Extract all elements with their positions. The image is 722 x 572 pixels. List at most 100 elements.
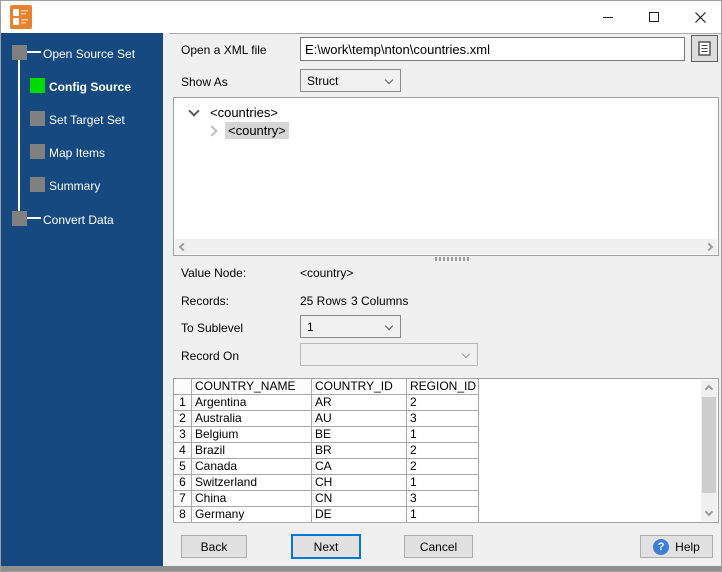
window-bottom-border xyxy=(1,566,721,571)
scroll-up-icon[interactable] xyxy=(704,384,714,394)
minimize-button[interactable] xyxy=(585,1,631,33)
cell-country-id[interactable]: AR xyxy=(312,395,407,411)
cell-region-id[interactable]: 1 xyxy=(407,427,479,443)
scroll-down-icon[interactable] xyxy=(704,507,714,517)
scrollbar-thumb[interactable] xyxy=(702,397,716,493)
table-row[interactable]: 7 China CN 3 xyxy=(174,491,479,507)
value-node-value: <country> xyxy=(300,266,354,280)
cell-country-name[interactable]: Brazil xyxy=(192,443,312,459)
maximize-button[interactable] xyxy=(631,1,677,33)
grid-corner-cell xyxy=(174,379,192,395)
row-number: 8 xyxy=(174,507,192,523)
table-row[interactable]: 1 Argentina AR 2 xyxy=(174,395,479,411)
step-stub-bottom xyxy=(27,217,41,219)
close-icon xyxy=(694,11,706,23)
cell-region-id[interactable]: 3 xyxy=(407,491,479,507)
app-icon xyxy=(10,5,32,29)
cell-country-id[interactable]: BR xyxy=(312,443,407,459)
sidebar-item-config-source[interactable]: Config Source xyxy=(49,80,131,94)
cell-country-name[interactable]: Switzerland xyxy=(192,475,312,491)
minimize-icon xyxy=(603,16,613,18)
row-number: 1 xyxy=(174,395,192,411)
cell-country-id[interactable]: CN xyxy=(312,491,407,507)
table-row[interactable]: 5 Canada CA 2 xyxy=(174,459,479,475)
xml-file-input[interactable] xyxy=(300,37,685,61)
wizard-window: Open Source Set Config Source Set Target… xyxy=(0,0,722,572)
preview-data-grid: COUNTRY_NAME COUNTRY_ID REGION_ID 1 Arge… xyxy=(173,378,719,523)
caption-buttons xyxy=(585,1,721,33)
tree-horizontal-scrollbar[interactable] xyxy=(175,239,717,254)
show-as-label: Show As xyxy=(181,75,228,89)
to-sublevel-label: To Sublevel xyxy=(181,321,244,335)
sidebar-item-summary[interactable]: Summary xyxy=(49,179,100,193)
cell-country-name[interactable]: Canada xyxy=(192,459,312,475)
table-row[interactable]: 6 Switzerland CH 1 xyxy=(174,475,479,491)
help-icon: ? xyxy=(653,538,670,555)
step-connector-line xyxy=(18,60,20,212)
panel-top-border xyxy=(169,33,721,34)
row-number: 7 xyxy=(174,491,192,507)
table-row[interactable]: 2 Australia AU 3 xyxy=(174,411,479,427)
back-button[interactable]: Back xyxy=(181,535,247,558)
record-on-label: Record On xyxy=(181,349,240,363)
sidebar-item-map-items[interactable]: Map Items xyxy=(49,146,105,160)
scroll-left-icon[interactable] xyxy=(178,242,188,251)
browse-document-icon xyxy=(698,41,711,56)
cell-country-id[interactable]: AU xyxy=(312,411,407,427)
next-button[interactable]: Next xyxy=(291,534,361,559)
step-box-open-source-set[interactable] xyxy=(12,45,27,60)
step-box-config-source[interactable] xyxy=(30,78,45,93)
value-node-label: Value Node: xyxy=(181,266,247,280)
sidebar-item-set-target-set[interactable]: Set Target Set xyxy=(49,113,125,127)
splitter-handle[interactable] xyxy=(435,257,471,261)
cell-country-name[interactable]: Argentina xyxy=(192,395,312,411)
cell-region-id[interactable]: 2 xyxy=(407,459,479,475)
titlebar xyxy=(1,1,721,33)
cell-region-id[interactable]: 2 xyxy=(407,443,479,459)
column-header-country-name[interactable]: COUNTRY_NAME xyxy=(192,379,312,395)
sidebar-item-convert-data[interactable]: Convert Data xyxy=(43,213,114,227)
grid-vertical-scrollbar[interactable] xyxy=(701,380,717,521)
record-on-select[interactable] xyxy=(300,343,478,366)
help-button[interactable]: ? Help xyxy=(640,535,713,558)
cell-region-id[interactable]: 1 xyxy=(407,507,479,523)
cell-region-id[interactable]: 3 xyxy=(407,411,479,427)
scroll-right-icon[interactable] xyxy=(704,242,714,251)
step-box-map-items[interactable] xyxy=(30,144,45,159)
close-button[interactable] xyxy=(677,1,721,33)
cell-country-name[interactable]: China xyxy=(192,491,312,507)
tree-collapsed-icon[interactable] xyxy=(206,124,218,137)
cell-country-id[interactable]: CA xyxy=(312,459,407,475)
show-as-select[interactable]: Struct xyxy=(300,69,401,92)
tree-node-country[interactable]: <country> xyxy=(225,122,289,139)
cell-country-name[interactable]: Belgium xyxy=(192,427,312,443)
cell-country-id[interactable]: DE xyxy=(312,507,407,523)
tree-node-countries[interactable]: <countries> xyxy=(207,104,281,121)
sidebar-item-open-source-set[interactable]: Open Source Set xyxy=(43,47,135,61)
column-header-region-id[interactable]: REGION_ID xyxy=(407,379,479,395)
browse-button[interactable] xyxy=(691,35,718,62)
step-box-set-target-set[interactable] xyxy=(30,111,45,126)
xml-structure-tree[interactable]: <countries> <country> xyxy=(173,97,719,256)
step-box-convert-data[interactable] xyxy=(12,211,27,226)
tree-expanded-icon[interactable] xyxy=(188,104,200,117)
cell-region-id[interactable]: 1 xyxy=(407,475,479,491)
row-number: 5 xyxy=(174,459,192,475)
column-header-country-id[interactable]: COUNTRY_ID xyxy=(312,379,407,395)
to-sublevel-select[interactable]: 1 xyxy=(300,315,401,338)
cell-country-name[interactable]: Germany xyxy=(192,507,312,523)
table-row[interactable]: 4 Brazil BR 2 xyxy=(174,443,479,459)
cell-region-id[interactable]: 2 xyxy=(407,395,479,411)
step-stub-top xyxy=(27,51,41,53)
cell-country-name[interactable]: Australia xyxy=(192,411,312,427)
row-number: 3 xyxy=(174,427,192,443)
cancel-button[interactable]: Cancel xyxy=(404,535,473,558)
step-box-summary[interactable] xyxy=(30,177,45,192)
cell-country-id[interactable]: BE xyxy=(312,427,407,443)
cell-country-id[interactable]: CH xyxy=(312,475,407,491)
chevron-down-icon xyxy=(384,321,394,331)
chevron-down-icon xyxy=(384,75,394,85)
row-number: 2 xyxy=(174,411,192,427)
table-row[interactable]: 8 Germany DE 1 xyxy=(174,507,479,523)
table-row[interactable]: 3 Belgium BE 1 xyxy=(174,427,479,443)
